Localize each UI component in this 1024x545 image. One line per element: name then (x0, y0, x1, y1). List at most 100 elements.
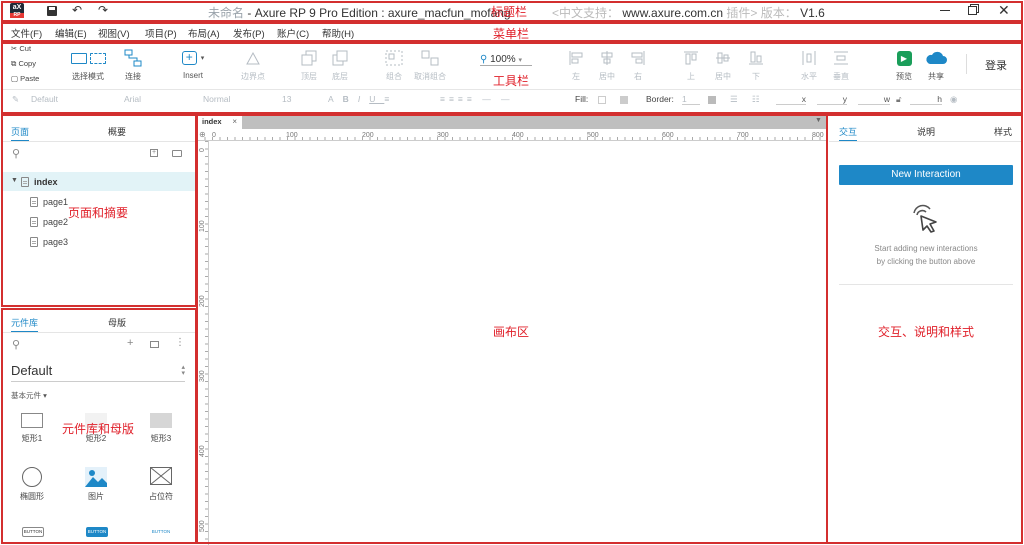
right-tab-divider (829, 141, 1021, 142)
pages-tab-divider (3, 141, 195, 142)
menu-publish[interactable]: 发布(P) (233, 26, 265, 40)
add-folder-icon[interactable] (172, 150, 182, 157)
edit-points-button[interactable]: 边界点 (227, 48, 279, 82)
widget-rectangle-3[interactable]: 矩形3 (131, 413, 191, 444)
image-icon (85, 467, 107, 487)
library-copy-icon[interactable] (150, 341, 159, 348)
widget-button-primary[interactable]: BUTTON (86, 527, 108, 537)
undo-icon[interactable]: ↶ (72, 3, 82, 17)
lock-ratio-icon[interactable]: 🔓︎ (896, 94, 902, 105)
send-bottom-icon (332, 50, 348, 66)
close-tab-icon[interactable]: × (232, 117, 237, 126)
align-right-button[interactable]: 右 (612, 48, 664, 82)
save-icon[interactable] (47, 6, 57, 16)
cut-button[interactable]: ✂ Cut (11, 44, 31, 53)
add-library-icon[interactable]: + (127, 337, 133, 349)
size-select[interactable]: 13 (282, 94, 291, 104)
font-select[interactable]: Arial (124, 94, 194, 104)
tab-style[interactable]: 样式 (994, 125, 1012, 138)
x-input[interactable]: x (776, 94, 806, 105)
visibility-icon[interactable]: ◉ (950, 94, 957, 105)
send-to-bottom-button[interactable]: 底层 (314, 48, 366, 82)
distribute-vertical-button[interactable]: 垂直 (815, 48, 867, 82)
close-button[interactable]: ✕ (998, 2, 1010, 19)
style-select[interactable]: Default (31, 94, 113, 104)
cursor-click-icon (913, 204, 937, 233)
rectangle-gray-icon (150, 413, 172, 428)
tab-library[interactable]: 元件库 (11, 316, 39, 333)
y-input[interactable]: y (817, 94, 847, 105)
menu-file[interactable]: 文件(F) (11, 26, 42, 40)
edit-points-icon (246, 51, 260, 65)
align-right-icon (631, 51, 645, 65)
library-tab-divider (3, 332, 195, 333)
design-canvas[interactable] (209, 142, 826, 544)
library-select[interactable]: Default ▴ ▾ (11, 362, 185, 382)
insert-button[interactable]: + ▾ Insert (167, 48, 219, 80)
fill-shadow-swatch[interactable] (620, 96, 628, 104)
widget-ellipse[interactable]: 椭圆形 (2, 467, 62, 502)
tab-interactions[interactable]: 交互 (839, 125, 858, 142)
canvas-tab-index[interactable]: index × (197, 115, 242, 129)
tab-outline[interactable]: 概要 (108, 125, 126, 138)
ruler-label: 500 (199, 520, 206, 532)
align-bottom-button[interactable]: 下 (730, 48, 782, 82)
minimize-button[interactable] (940, 10, 950, 11)
paste-button[interactable]: ▢ Paste (11, 74, 39, 83)
connect-button[interactable]: 连接 (107, 48, 159, 82)
maximize-button[interactable] (968, 6, 977, 15)
tab-pages[interactable]: 页面 (11, 125, 30, 142)
window-title-extra: <中文支持： www.axure.com.cn 插件> 版本： V1.6 (552, 6, 825, 20)
more-options-icon[interactable]: ⋮ (175, 337, 185, 348)
widget-rectangle-1[interactable]: 矩形1 (2, 413, 62, 444)
new-interaction-button[interactable]: New Interaction (839, 165, 1013, 185)
menu-account[interactable]: 账户(C) (277, 26, 309, 40)
widget-section-header[interactable]: 基本元件 ▾ (11, 390, 47, 401)
page-item[interactable]: page2 (30, 217, 68, 227)
border-width-input[interactable]: 1 (682, 94, 700, 105)
w-input[interactable]: w (858, 94, 890, 105)
fill-swatch[interactable] (598, 96, 606, 104)
menu-layout[interactable]: 布局(A) (188, 26, 220, 40)
menu-view[interactable]: 视图(V) (98, 26, 130, 40)
border-color-swatch[interactable] (708, 96, 716, 104)
ungroup-button[interactable]: 取消组合 (404, 48, 456, 82)
add-page-icon[interactable]: + (150, 149, 158, 157)
zoom-select[interactable]: ⚲ 100% ▾ (480, 54, 532, 66)
redo-icon[interactable]: ↷ (98, 3, 108, 17)
widget-button-link[interactable]: BUTTON (150, 527, 172, 537)
window-title: 未命名 - Axure RP 9 Pro Edition : axure_mac… (208, 6, 511, 20)
page-icon (30, 217, 38, 227)
page-item[interactable]: page1 (30, 197, 68, 207)
menu-edit[interactable]: 编辑(E) (55, 26, 87, 40)
ruler-label: 100 (199, 220, 206, 232)
search-icon[interactable]: ⚲ (12, 147, 20, 160)
ellipse-icon (22, 467, 42, 487)
share-button[interactable]: 共享 (910, 48, 962, 82)
widget-image[interactable]: 图片 (66, 467, 126, 502)
expand-arrow-icon[interactable]: ▼ (11, 177, 18, 184)
h-input[interactable]: h (910, 94, 942, 105)
vertical-ruler (197, 141, 209, 545)
fill-label: Fill: (575, 94, 589, 104)
widget-button-default[interactable]: BUTTON (22, 527, 44, 537)
tab-notes[interactable]: 说明 (917, 125, 935, 138)
widget-placeholder[interactable]: 占位符 (131, 467, 191, 502)
login-button[interactable]: 登录 (985, 57, 1007, 73)
toolbar-annotation: 工具栏 (493, 74, 530, 88)
connect-icon (124, 49, 142, 67)
tab-dropdown-icon[interactable]: ▼ (815, 117, 822, 124)
page-item[interactable]: page3 (30, 237, 68, 247)
tab-masters[interactable]: 母版 (108, 316, 126, 329)
weight-select[interactable]: Normal (203, 94, 273, 104)
brush-icon[interactable]: ✎ (12, 94, 19, 105)
library-search-icon[interactable]: ⚲ (12, 338, 20, 351)
right-panel-divider (839, 284, 1013, 285)
distribute-vertical-icon (834, 51, 848, 65)
ruler-label: 300 (199, 370, 206, 382)
menu-help[interactable]: 帮助(H) (322, 26, 354, 40)
copy-button[interactable]: ⧉ Copy (11, 59, 36, 69)
menu-project[interactable]: 项目(P) (145, 26, 177, 40)
page-index[interactable]: index (21, 177, 58, 187)
select-arrows-icon: ▴ ▾ (181, 364, 185, 377)
